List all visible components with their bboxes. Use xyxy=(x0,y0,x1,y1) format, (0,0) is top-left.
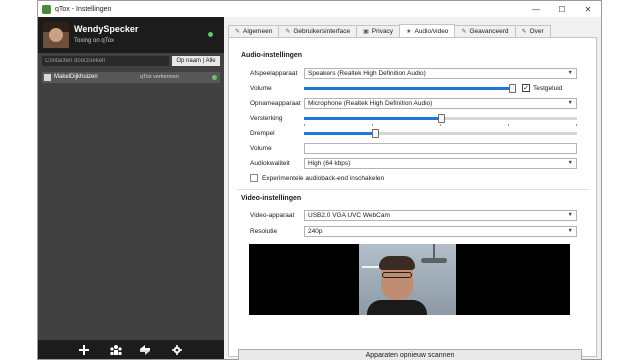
playback-device-select[interactable]: Speakers (Realtek High Definition Audio)… xyxy=(304,68,577,79)
friend-online-icon xyxy=(212,75,217,80)
title-bar[interactable]: qTox - Instellingen — ☐ ✕ xyxy=(38,1,601,17)
playback-volume-fill xyxy=(304,87,514,90)
friend-status-message: qTox verkennen xyxy=(140,74,179,80)
settings-area: ✎ Algemeen ✎ Gebruikersinterface ▣ Privacy … xyxy=(228,21,599,360)
audio-quality-label: Audiokwaliteit xyxy=(250,160,290,167)
capture-device-label: Opnameapparaat xyxy=(250,100,301,107)
settings-window: qTox - Instellingen — ☐ ✕ WendySpecker T… xyxy=(37,0,602,360)
experimental-audio-checkbox[interactable] xyxy=(250,174,258,182)
tab-over[interactable]: ✎ Over xyxy=(514,25,551,37)
gain-fill xyxy=(304,117,441,120)
bottom-toolbar xyxy=(38,340,224,359)
tick-mark xyxy=(508,124,509,126)
gain-slider[interactable] xyxy=(304,114,577,126)
wrench-icon: ✎ xyxy=(461,29,467,35)
tick-mark xyxy=(576,124,577,126)
playback-volume-slider[interactable] xyxy=(304,84,516,93)
friend-list-item[interactable]: MakelDijkhuizen qTox verkennen xyxy=(42,72,220,83)
video-preview xyxy=(249,244,570,315)
settings-icon[interactable] xyxy=(170,343,184,356)
playback-volume-label: Volume xyxy=(250,85,272,92)
wrench-icon: ✎ xyxy=(235,29,241,35)
webcam-image xyxy=(359,244,456,315)
add-friend-icon[interactable] xyxy=(77,343,91,356)
profile-name[interactable]: WendySpecker xyxy=(74,24,138,34)
chevron-down-icon: ▼ xyxy=(567,212,573,218)
chevron-down-icon: ▼ xyxy=(567,228,573,234)
tab-gebruikersinterface[interactable]: ✎ Gebruikersinterface xyxy=(278,25,358,37)
contacts-sidebar: WendySpecker Toxing on qTox Op naam | Al… xyxy=(38,17,224,359)
capture-volume-label: Volume xyxy=(250,145,272,152)
tab-geavanceerd[interactable]: ✎ Geavanceerd xyxy=(454,25,516,37)
tab-audio-video[interactable]: ★ Audio/video xyxy=(399,24,456,37)
sort-filter-button[interactable]: Op naam | Alle xyxy=(172,56,220,66)
test-sound-label: Testgeluid xyxy=(533,85,563,92)
avatar[interactable] xyxy=(43,22,69,48)
chevron-down-icon: ▼ xyxy=(567,70,573,76)
tick-mark xyxy=(372,124,373,126)
capture-device-select[interactable]: Microphone (Realtek High Definition Audi… xyxy=(304,98,577,109)
maximize-button[interactable]: ☐ xyxy=(549,1,575,17)
wrench-icon: ✎ xyxy=(285,29,291,35)
contact-search-input[interactable] xyxy=(42,56,169,66)
test-sound-checkbox[interactable]: ✓ xyxy=(522,84,530,92)
threshold-slider[interactable] xyxy=(304,129,577,138)
resolution-label: Resolutie xyxy=(250,228,278,235)
search-row: Op naam | Alle xyxy=(38,55,224,67)
qtox-logo-icon xyxy=(42,4,51,14)
playback-device-label: Afspeelapparaat xyxy=(250,70,298,77)
profile-header: WendySpecker Toxing on qTox xyxy=(38,17,224,53)
rescan-devices-button[interactable]: Apparaten opnieuw scannen xyxy=(238,349,582,360)
audio-section-title: Audio-instellingen xyxy=(241,52,303,59)
friend-name: MakelDijkhuizen xyxy=(54,74,98,80)
gain-label: Versterking xyxy=(250,115,283,122)
video-device-label: Video-apparaat xyxy=(250,212,295,219)
wrench-icon: ✎ xyxy=(521,29,527,35)
tick-mark xyxy=(440,124,441,126)
transfer-icon[interactable] xyxy=(138,343,152,356)
star-icon: ★ xyxy=(406,28,412,35)
tab-privacy[interactable]: ▣ Privacy xyxy=(356,25,401,37)
tick-mark xyxy=(304,124,305,126)
chevron-down-icon: ▼ xyxy=(567,100,573,106)
threshold-label: Drempel xyxy=(250,130,275,137)
status-online-icon[interactable] xyxy=(208,32,213,37)
settings-tabs: ✎ Algemeen ✎ Gebruikersinterface ▣ Privacy … xyxy=(228,24,599,37)
threshold-handle[interactable] xyxy=(372,129,379,138)
group-icon[interactable] xyxy=(109,343,123,356)
video-device-select[interactable]: USB2.0 VGA UVC WebCam ▼ xyxy=(304,210,577,221)
audio-video-panel: Audio-instellingen Afspeelapparaat Speak… xyxy=(228,37,597,360)
gain-handle[interactable] xyxy=(438,114,445,123)
close-button[interactable]: ✕ xyxy=(575,1,601,17)
section-divider xyxy=(237,189,590,190)
window-title: qTox - Instellingen xyxy=(55,5,112,13)
audio-quality-select[interactable]: High (64 kbps) ▼ xyxy=(304,158,577,169)
chevron-down-icon: ▼ xyxy=(567,160,573,166)
minimize-button[interactable]: — xyxy=(523,1,549,17)
experimental-audio-label: Experimentele audioback-end inschakelen xyxy=(262,175,385,182)
capture-volume-meter xyxy=(304,143,577,154)
playback-volume-handle[interactable] xyxy=(509,84,516,93)
friend-avatar-icon xyxy=(44,74,51,81)
lock-icon: ▣ xyxy=(363,29,369,35)
resolution-select[interactable]: 240p ▼ xyxy=(304,226,577,237)
threshold-fill xyxy=(304,132,375,135)
tab-algemeen[interactable]: ✎ Algemeen xyxy=(228,25,280,37)
video-section-title: Video-instellingen xyxy=(241,195,302,202)
profile-status-message[interactable]: Toxing on qTox xyxy=(74,38,114,44)
